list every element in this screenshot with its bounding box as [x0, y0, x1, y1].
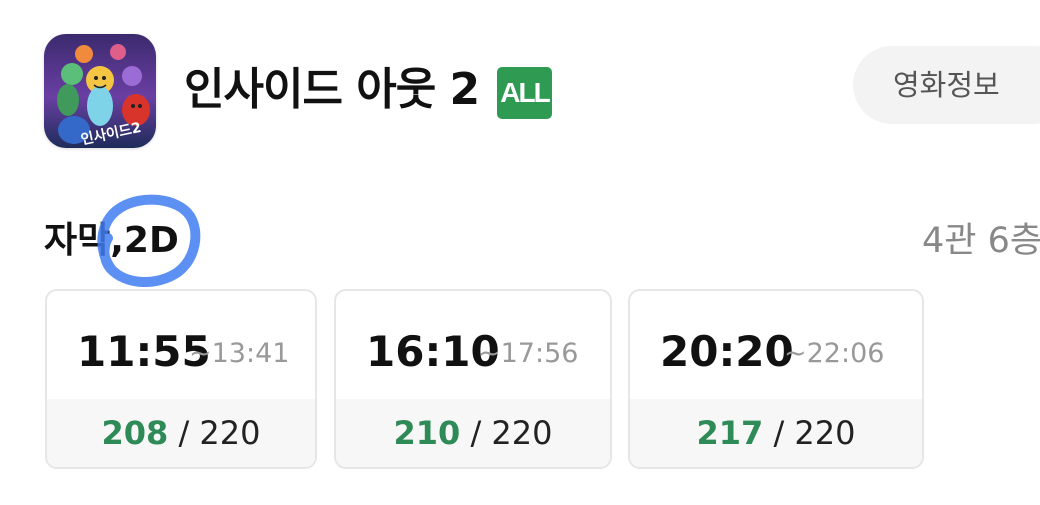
- seats-separator: /: [168, 414, 200, 452]
- movie-poster[interactable]: 인사이드2: [44, 34, 156, 148]
- end-time: ~22:06: [784, 338, 885, 369]
- seats-available: 217: [696, 414, 764, 452]
- seats-available: 208: [101, 414, 169, 452]
- age-rating-badge: ALL: [497, 67, 552, 119]
- seat-availability: 210 / 220: [336, 399, 610, 467]
- seats-available: 210: [393, 414, 461, 452]
- seats-total: 220: [794, 414, 856, 452]
- seat-availability: 208 / 220: [47, 399, 315, 467]
- movie-poster-image: 인사이드2: [44, 34, 156, 148]
- seats-total: 220: [199, 414, 261, 452]
- showtime-card[interactable]: 11:55 ~13:41 208 / 220: [45, 289, 317, 469]
- seat-availability: 217 / 220: [630, 399, 922, 467]
- start-time: 20:20: [660, 327, 794, 376]
- movie-info-button[interactable]: 영화정보: [853, 46, 1040, 124]
- end-time: ~13:41: [189, 338, 290, 369]
- movie-title: 인사이드 아웃 2: [184, 64, 480, 115]
- showtime-card[interactable]: 16:10 ~17:56 210 / 220: [334, 289, 612, 469]
- screen-location-label: 4관 6층: [922, 221, 1040, 261]
- screening-format-label: 자막,2D: [44, 220, 179, 261]
- showtime-card[interactable]: 20:20 ~22:06 217 / 220: [628, 289, 924, 469]
- seats-total: 220: [491, 414, 553, 452]
- seats-separator: /: [763, 414, 795, 452]
- seats-separator: /: [460, 414, 492, 452]
- end-time: ~17:56: [478, 338, 579, 369]
